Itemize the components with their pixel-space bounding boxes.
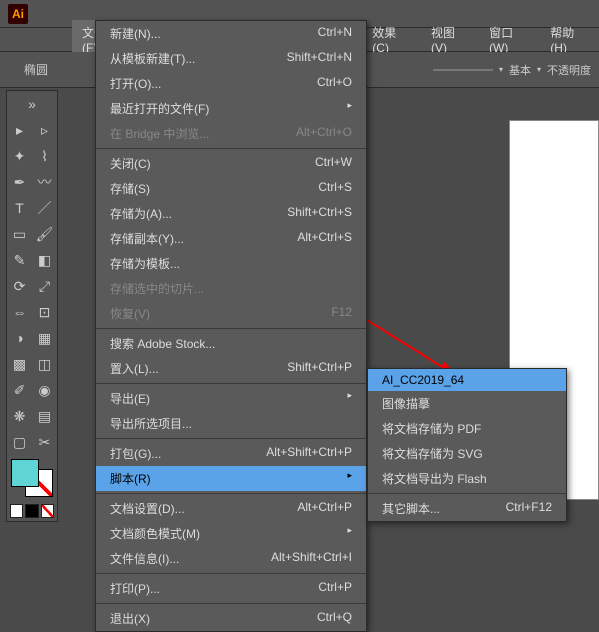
direct-selection-tool[interactable]: ▹ bbox=[32, 117, 57, 143]
width-tool[interactable]: ⇔ bbox=[7, 299, 32, 325]
free-transform-tool[interactable]: ⊡ bbox=[32, 299, 57, 325]
submenu-item[interactable]: 将文档存储为 SVG bbox=[368, 441, 566, 466]
color-mode-fill[interactable] bbox=[10, 504, 23, 518]
magic-wand-tool[interactable]: ✦ bbox=[7, 143, 32, 169]
menu-item[interactable]: 关闭(C)Ctrl+W bbox=[96, 151, 366, 176]
menu-item[interactable]: 导出(E)▸ bbox=[96, 386, 366, 411]
menu-item[interactable]: 最近打开的文件(F)▸ bbox=[96, 96, 366, 121]
menu-item[interactable]: 置入(L)...Shift+Ctrl+P bbox=[96, 356, 366, 381]
menu-item[interactable]: 文件信息(I)...Alt+Shift+Ctrl+I bbox=[96, 546, 366, 571]
symbol-sprayer-tool[interactable]: ❋ bbox=[7, 403, 32, 429]
submenu-item[interactable]: 将文档存储为 PDF bbox=[368, 416, 566, 441]
rectangle-tool[interactable]: ▭ bbox=[7, 221, 32, 247]
menu-item[interactable]: 存储(S)Ctrl+S bbox=[96, 176, 366, 201]
artboard-tool[interactable]: ▢ bbox=[7, 429, 32, 455]
mesh-tool[interactable]: ▩ bbox=[7, 351, 32, 377]
stroke-style-label: 基本 bbox=[509, 62, 531, 78]
rotate-tool[interactable]: ⟳ bbox=[7, 273, 32, 299]
color-swatches[interactable] bbox=[7, 455, 57, 501]
submenu-item[interactable]: 图像描摹 bbox=[368, 391, 566, 416]
menu-item[interactable]: 打包(G)...Alt+Shift+Ctrl+P bbox=[96, 441, 366, 466]
menu-item: 恢复(V)F12 bbox=[96, 301, 366, 326]
menu-item[interactable]: 存储为(A)...Shift+Ctrl+S bbox=[96, 201, 366, 226]
brush-tool[interactable]: 🖌 bbox=[32, 221, 57, 247]
shape-builder-tool[interactable]: ◑ bbox=[7, 325, 32, 351]
menu-item[interactable]: 导出所选项目... bbox=[96, 411, 366, 436]
file-dropdown-menu: 新建(N)...Ctrl+N从模板新建(T)...Shift+Ctrl+N打开(… bbox=[95, 20, 367, 632]
gradient-tool[interactable]: ◫ bbox=[32, 351, 57, 377]
color-mode-none[interactable] bbox=[41, 504, 54, 518]
menu-item[interactable]: 从模板新建(T)...Shift+Ctrl+N bbox=[96, 46, 366, 71]
curvature-tool[interactable]: 〰 bbox=[32, 169, 57, 195]
pen-tool[interactable]: ✒ bbox=[7, 169, 32, 195]
chevron-down-icon[interactable]: ▾ bbox=[537, 65, 541, 74]
menu-item[interactable]: 打开(O)...Ctrl+O bbox=[96, 71, 366, 96]
shape-label: 椭圆 bbox=[24, 61, 48, 78]
color-mode-gradient[interactable] bbox=[25, 504, 38, 518]
lasso-tool[interactable]: ⌇ bbox=[32, 143, 57, 169]
eyedropper-tool[interactable]: ✐ bbox=[7, 377, 32, 403]
menu-item: 在 Bridge 中浏览...Alt+Ctrl+O bbox=[96, 121, 366, 146]
blend-tool[interactable]: ◉ bbox=[32, 377, 57, 403]
opacity-label: 不透明度 bbox=[547, 62, 591, 78]
toolbox: » ▸ ▹ ✦ ⌇ ✒ 〰 T ／ ▭ 🖌 ✎ ◧ ⟳ ⤢ ⇔ ⊡ ◑ ▦ ▩ … bbox=[6, 90, 58, 522]
menu-item[interactable]: 存储副本(Y)...Alt+Ctrl+S bbox=[96, 226, 366, 251]
scale-tool[interactable]: ⤢ bbox=[32, 273, 57, 299]
script-submenu: AI_CC2019_64图像描摹将文档存储为 PDF将文档存储为 SVG将文档导… bbox=[367, 368, 567, 522]
submenu-item[interactable]: 将文档导出为 Flash bbox=[368, 466, 566, 491]
type-tool[interactable]: T bbox=[7, 195, 32, 221]
chevron-down-icon[interactable]: ▾ bbox=[499, 65, 503, 74]
app-logo: Ai bbox=[8, 4, 28, 24]
menu-item[interactable]: 退出(X)Ctrl+Q bbox=[96, 606, 366, 631]
submenu-item[interactable]: AI_CC2019_64 bbox=[368, 369, 566, 391]
toolbox-handle[interactable]: » bbox=[7, 91, 57, 117]
slice-tool[interactable]: ✂ bbox=[32, 429, 57, 455]
submenu-item[interactable]: 其它脚本...Ctrl+F12 bbox=[368, 496, 566, 521]
line-tool[interactable]: ／ bbox=[32, 195, 57, 221]
selection-tool[interactable]: ▸ bbox=[7, 117, 32, 143]
menu-item[interactable]: 存储为模板... bbox=[96, 251, 366, 276]
perspective-tool[interactable]: ▦ bbox=[32, 325, 57, 351]
eraser-tool[interactable]: ◧ bbox=[32, 247, 57, 273]
menu-item[interactable]: 打印(P)...Ctrl+P bbox=[96, 576, 366, 601]
menu-item: 存储选中的切片... bbox=[96, 276, 366, 301]
menu-item[interactable]: 新建(N)...Ctrl+N bbox=[96, 21, 366, 46]
shaper-tool[interactable]: ✎ bbox=[7, 247, 32, 273]
menu-item[interactable]: 搜索 Adobe Stock... bbox=[96, 331, 366, 356]
menu-item[interactable]: 脚本(R)▸ bbox=[96, 466, 366, 491]
stroke-style-preview[interactable] bbox=[433, 69, 493, 71]
graph-tool[interactable]: ▤ bbox=[32, 403, 57, 429]
fill-color-swatch[interactable] bbox=[11, 459, 39, 487]
menu-item[interactable]: 文档设置(D)...Alt+Ctrl+P bbox=[96, 496, 366, 521]
